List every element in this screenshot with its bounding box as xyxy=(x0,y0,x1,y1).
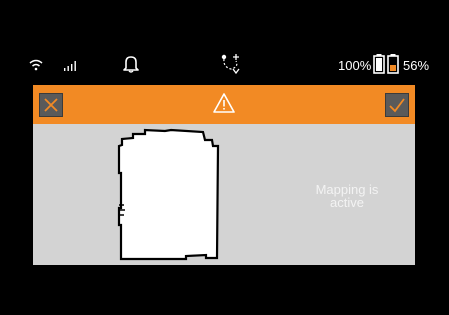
wifi-icon xyxy=(28,58,44,76)
dialog-header xyxy=(33,85,415,124)
status-bar: 100% 56% xyxy=(0,45,449,85)
mapping-panel: Mapping is active xyxy=(33,124,415,265)
signal-icon xyxy=(63,59,78,77)
confirm-button[interactable] xyxy=(385,93,409,117)
close-icon xyxy=(44,98,58,112)
mapping-status-text: Mapping is active xyxy=(315,182,379,210)
battery-level-primary: 100% xyxy=(338,58,372,73)
cancel-button[interactable] xyxy=(39,93,63,117)
route-icon xyxy=(219,51,243,80)
battery-icon xyxy=(387,54,399,79)
battery-level-secondary: 56% xyxy=(403,58,430,73)
battery-icon xyxy=(373,54,385,79)
check-icon xyxy=(389,98,405,113)
bell-icon[interactable] xyxy=(122,54,140,79)
warning-icon xyxy=(213,93,235,118)
map-preview xyxy=(111,128,223,267)
